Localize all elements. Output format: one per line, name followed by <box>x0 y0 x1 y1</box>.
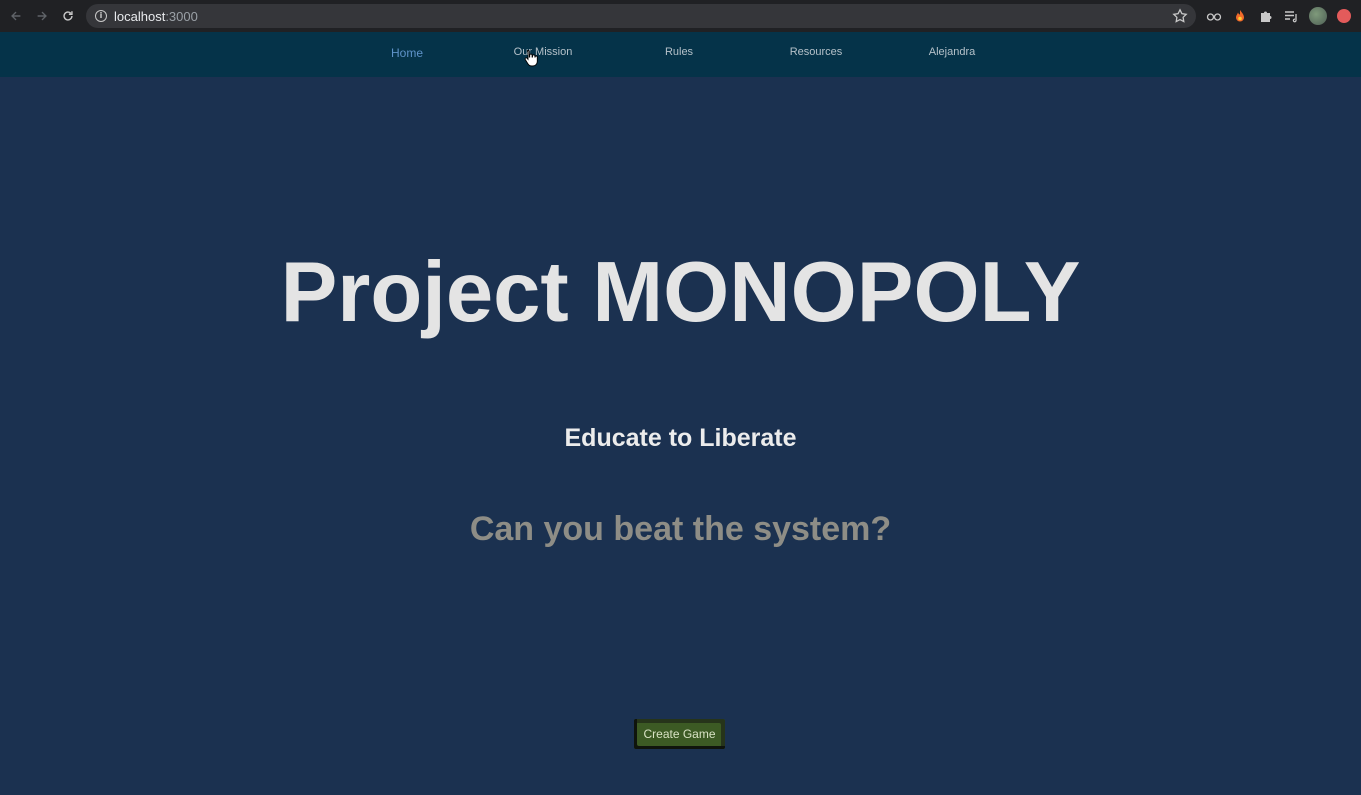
extension-flame-icon[interactable] <box>1232 8 1248 24</box>
page-title: Project MONOPOLY <box>280 245 1081 340</box>
url-host: localhost <box>114 9 166 24</box>
site-navbar: Home Our Mission Rules Resources Alejand… <box>0 32 1361 77</box>
create-game-button[interactable]: Create Game <box>634 719 725 749</box>
profile-avatar[interactable] <box>1309 7 1327 25</box>
address-bar[interactable]: i localhost:3000 <box>86 4 1196 28</box>
reading-list-icon[interactable] <box>1283 8 1299 24</box>
extension-glasses-icon[interactable] <box>1206 8 1222 24</box>
extensions-puzzle-icon[interactable] <box>1258 8 1274 24</box>
nav-item-rules[interactable]: Rules <box>665 46 693 58</box>
url-port: :3000 <box>165 9 198 24</box>
browser-toolbar: i localhost:3000 <box>0 0 1361 32</box>
update-indicator-icon[interactable] <box>1337 9 1351 23</box>
tagline: Educate to Liberate <box>564 424 797 452</box>
reload-icon[interactable] <box>58 6 78 26</box>
forward-icon[interactable] <box>32 6 52 26</box>
site-info-icon[interactable]: i <box>95 10 107 22</box>
back-icon[interactable] <box>6 6 26 26</box>
nav-item-user-alejandra[interactable]: Alejandra <box>929 46 975 58</box>
nav-item-our-mission[interactable]: Our Mission <box>514 46 573 58</box>
hero-question: Can you beat the system? <box>469 510 892 548</box>
url-text: localhost:3000 <box>114 9 198 24</box>
nav-item-home[interactable]: Home <box>391 46 423 60</box>
pointer-hand-icon <box>524 50 538 67</box>
bookmark-star-icon[interactable] <box>1172 8 1188 24</box>
nav-item-resources[interactable]: Resources <box>790 46 843 58</box>
